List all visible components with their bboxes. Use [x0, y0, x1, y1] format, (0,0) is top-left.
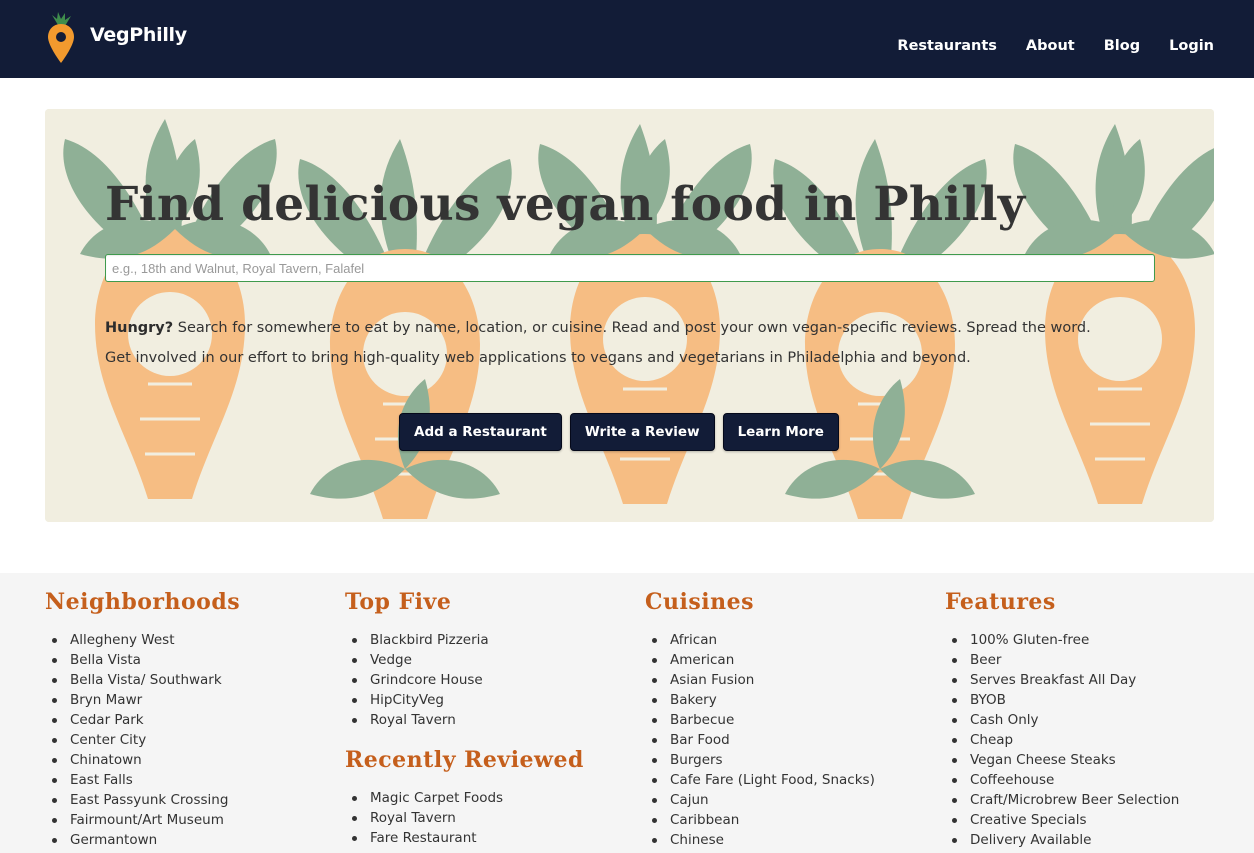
list-item-link[interactable]: Bryn Mawr — [45, 690, 240, 710]
brand-link[interactable]: VegPhilly — [44, 8, 187, 68]
neighborhoods-column: Neighborhoods Allegheny West Bella Vista B… — [45, 585, 240, 850]
map-pin-carrot-icon — [48, 12, 74, 63]
list-item-link[interactable]: Chinese — [645, 830, 875, 850]
list-item-link[interactable]: Fare Restaurant — [345, 828, 584, 848]
features-heading: Features — [945, 589, 1056, 615]
list-item-link[interactable]: Center City — [45, 730, 240, 750]
list-item-link[interactable]: Serves Breakfast All Day — [945, 670, 1179, 690]
list-item-link[interactable]: Royal Tavern — [345, 710, 584, 730]
list-item-link[interactable]: Vedge — [345, 650, 584, 670]
list-item-link[interactable]: Blackbird Pizzeria — [345, 630, 584, 650]
list-item-link[interactable]: Vegan Cheese Steaks — [945, 750, 1179, 770]
list-item-link[interactable]: Grindcore House — [345, 670, 584, 690]
list-item-link[interactable]: Cajun — [645, 790, 875, 810]
main-nav: Restaurants About Blog Login — [868, 38, 1214, 54]
list-item-link[interactable]: Burgers — [645, 750, 875, 770]
list-item-link[interactable]: Bar Food — [645, 730, 875, 750]
add-restaurant-button[interactable]: Add a Restaurant — [399, 413, 562, 451]
search-input[interactable] — [105, 254, 1155, 282]
list-item-link[interactable]: Allegheny West — [45, 630, 240, 650]
nav-about[interactable]: About — [1026, 38, 1075, 54]
hero-intro: Hungry? Search for somewhere to eat by n… — [105, 313, 1155, 373]
list-item-link[interactable]: Beer — [945, 650, 1179, 670]
list-item-link[interactable]: Barbecue — [645, 710, 875, 730]
list-item-link[interactable]: Bakery — [645, 690, 875, 710]
list-item-link[interactable]: Chinatown — [45, 750, 240, 770]
hero-intro-text2: Get involved in our effort to bring high… — [105, 350, 971, 366]
browse-section: Neighborhoods Allegheny West Bella Vista B… — [0, 573, 1254, 853]
list-item-link[interactable]: HipCityVeg — [345, 690, 584, 710]
learn-more-button[interactable]: Learn More — [722, 413, 839, 451]
nav-login[interactable]: Login — [1169, 38, 1214, 54]
hero-jumbotron: Find delicious vegan food in Philly Hung… — [45, 109, 1214, 522]
list-item-link[interactable]: Cafe Fare (Light Food, Snacks) — [645, 770, 875, 790]
list-item-link[interactable]: BYOB — [945, 690, 1179, 710]
top-five-heading: Top Five — [345, 589, 452, 615]
hero-buttons: Add a Restaurant Write a Review Learn Mo… — [399, 413, 847, 451]
top-five-column: Top Five Blackbird Pizzeria Vedge Grindcor… — [345, 585, 584, 848]
list-item-link[interactable]: Cheap — [945, 730, 1179, 750]
list-item-link[interactable]: Cash Only — [945, 710, 1179, 730]
list-item-link[interactable]: Creative Specials — [945, 810, 1179, 830]
neighborhoods-heading: Neighborhoods — [45, 589, 241, 615]
neighborhoods-list: Allegheny West Bella Vista Bella Vista/ So… — [45, 630, 240, 850]
list-item-link[interactable]: Magic Carpet Foods — [345, 788, 584, 808]
hero-intro-bold: Hungry? — [105, 320, 174, 336]
list-item-link[interactable]: Caribbean — [645, 810, 875, 830]
top-navbar: VegPhilly Restaurants About Blog Login — [0, 0, 1254, 78]
features-list: 100% Gluten-free Beer Serves Breakfast All… — [945, 630, 1179, 850]
write-review-button[interactable]: Write a Review — [569, 413, 715, 451]
list-item-link[interactable]: East Falls — [45, 770, 240, 790]
cuisines-list: African American Asian Fusion Bakery Barbecu… — [645, 630, 875, 850]
features-column: Features 100% Gluten-free Beer Serves Brea… — [945, 585, 1179, 850]
list-item-link[interactable]: American — [645, 650, 875, 670]
hero-intro-text: Search for somewhere to eat by name, loc… — [173, 320, 1091, 336]
list-item-link[interactable]: Coffeehouse — [945, 770, 1179, 790]
brand-name: VegPhilly — [90, 24, 187, 46]
hero-title: Find delicious vegan food in Philly — [105, 177, 1026, 232]
list-item-link[interactable]: Fairmount/Art Museum — [45, 810, 240, 830]
list-item-link[interactable]: Asian Fusion — [645, 670, 875, 690]
nav-blog[interactable]: Blog — [1104, 38, 1140, 54]
top-five-list: Blackbird Pizzeria Vedge Grindcore House Hi… — [345, 630, 584, 730]
list-item-link[interactable]: Delivery Available — [945, 830, 1179, 850]
recently-reviewed-heading: Recently Reviewed — [345, 747, 584, 773]
list-item-link[interactable]: African — [645, 630, 875, 650]
list-item-link[interactable]: 100% Gluten-free — [945, 630, 1179, 650]
cuisines-column: Cuisines African American Asian Fusion Bake… — [645, 585, 875, 850]
list-item-link[interactable]: East Passyunk Crossing — [45, 790, 240, 810]
list-item-link[interactable]: Germantown — [45, 830, 240, 850]
recently-reviewed-list: Magic Carpet Foods Royal Tavern Fare Resta… — [345, 788, 584, 848]
list-item-link[interactable]: Royal Tavern — [345, 808, 584, 828]
cuisines-heading: Cuisines — [645, 589, 754, 615]
nav-restaurants[interactable]: Restaurants — [897, 38, 997, 54]
list-item-link[interactable]: Cedar Park — [45, 710, 240, 730]
list-item-link[interactable]: Craft/Microbrew Beer Selection — [945, 790, 1179, 810]
list-item-link[interactable]: Bella Vista — [45, 650, 240, 670]
list-item-link[interactable]: Bella Vista/ Southwark — [45, 670, 240, 690]
